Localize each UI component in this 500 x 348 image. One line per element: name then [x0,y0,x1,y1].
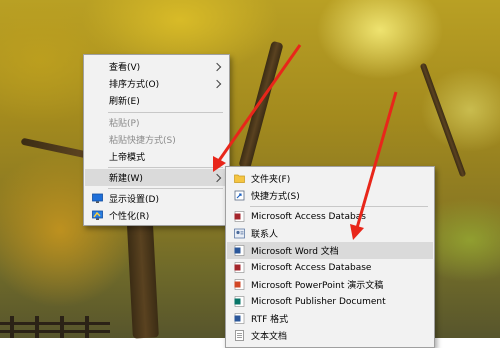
display-settings-icon [92,193,103,203]
chevron-right-icon [212,173,222,182]
chevron-right-icon [212,62,222,71]
menu-item-refresh[interactable]: 刷新(E) [85,92,228,109]
new-access-database-item[interactable]: Microsoft Access Databas [227,208,433,225]
new-rtf-item[interactable]: RTF 格式 [227,310,433,327]
menu-separator [108,112,223,113]
new-submenu: 文件夹(F) 快捷方式(S) Microsoft Access Databas … [225,166,435,348]
new-word-document-item[interactable]: Microsoft Word 文档 [227,242,433,259]
new-contact-item[interactable]: 联系人 [227,225,433,242]
new-publisher-item[interactable]: Microsoft Publisher Document [227,293,433,310]
new-shortcut-item[interactable]: 快捷方式(S) [227,187,433,204]
desktop-context-menu: 查看(V) 排序方式(O) 刷新(E) 粘贴(P) 粘贴快捷方式(S) 上帝模式… [83,54,230,226]
contact-icon [234,228,245,239]
menu-item-paste[interactable]: 粘贴(P) [85,114,228,131]
rtf-icon [234,313,245,324]
text-document-icon [235,330,244,341]
menu-separator [108,188,223,189]
menu-item-display-settings[interactable]: 显示设置(D) [85,190,228,207]
publisher-icon [234,296,245,307]
menu-item-paste-shortcut[interactable]: 粘贴快捷方式(S) [85,131,228,148]
powerpoint-icon [234,279,245,290]
personalize-icon [92,210,103,220]
menu-item-new[interactable]: 新建(W) [85,169,228,186]
menu-item-view[interactable]: 查看(V) [85,58,228,75]
menu-separator [250,206,428,207]
new-folder-item[interactable]: 文件夹(F) [227,170,433,187]
folder-icon [234,174,245,183]
menu-item-god-mode[interactable]: 上帝模式 [85,148,228,165]
new-powerpoint-item[interactable]: Microsoft PowerPoint 演示文稿 [227,276,433,293]
chevron-right-icon [212,79,222,88]
word-icon [234,245,245,256]
menu-item-personalize[interactable]: 个性化(R) [85,207,228,224]
shortcut-icon [234,190,245,201]
menu-separator [108,167,223,168]
access-icon [234,211,245,222]
fence [0,316,110,338]
access-icon [234,262,245,273]
new-text-document-item[interactable]: 文本文档 [227,327,433,344]
menu-item-sort-by[interactable]: 排序方式(O) [85,75,228,92]
new-access-database-item[interactable]: Microsoft Access Database [227,259,433,276]
